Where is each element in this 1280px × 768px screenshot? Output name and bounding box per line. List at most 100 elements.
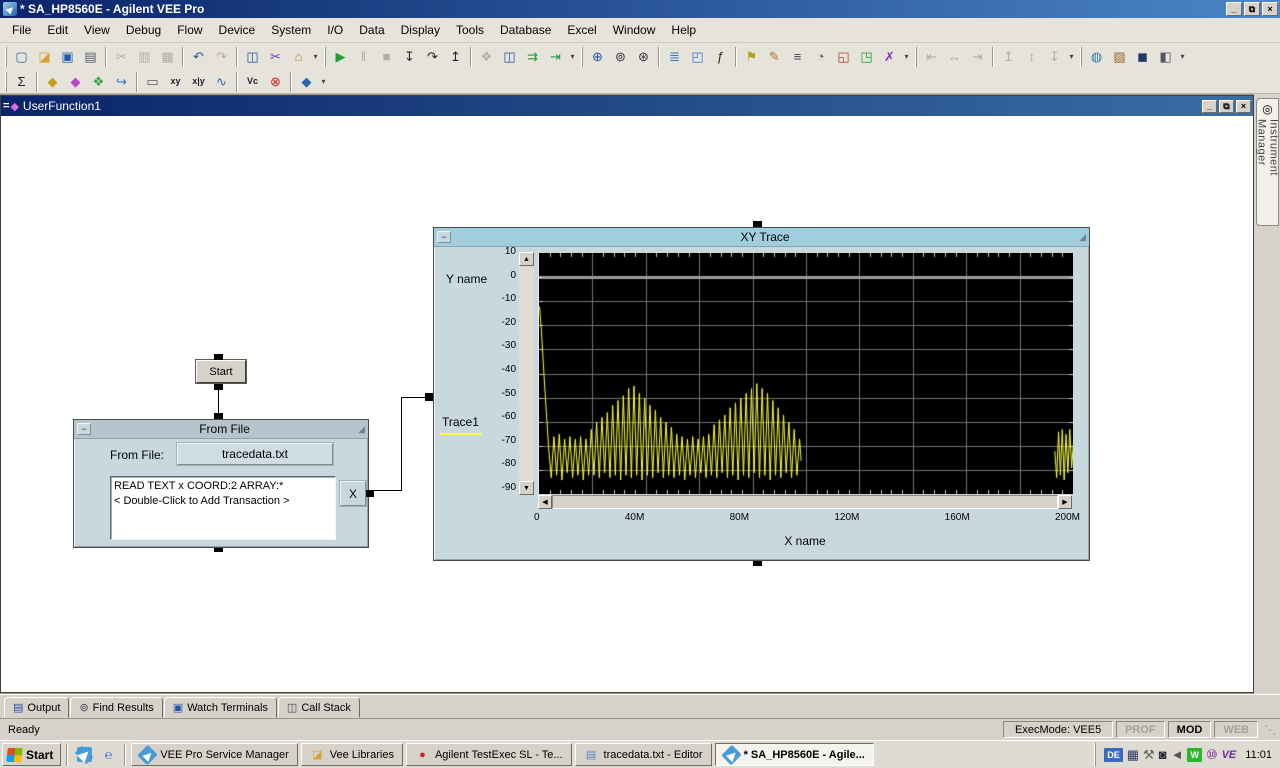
arrange-objects-button[interactable]: ◫ bbox=[498, 46, 521, 68]
function-browser-button[interactable]: ƒ bbox=[709, 46, 732, 68]
xy-plot-area[interactable] bbox=[538, 253, 1073, 494]
run-button[interactable]: ▶ bbox=[329, 46, 352, 68]
scroll-down-button[interactable]: ▼ bbox=[519, 481, 534, 495]
zoom-button[interactable]: ⊕ bbox=[586, 46, 609, 68]
menu-item[interactable]: Flow bbox=[169, 20, 210, 40]
xytrace-input-terminal[interactable] bbox=[425, 393, 433, 401]
open-file-button[interactable]: ◪ bbox=[33, 46, 56, 68]
connection-tray-icon[interactable]: ◙ bbox=[1159, 747, 1167, 762]
menu-item[interactable]: File bbox=[4, 20, 39, 40]
profiler-button[interactable]: ◔ bbox=[809, 46, 832, 68]
w-app-tray-icon[interactable]: W bbox=[1187, 748, 1202, 762]
menu-item[interactable]: Window bbox=[605, 20, 664, 40]
stop-button[interactable]: ■ bbox=[375, 46, 398, 68]
user-object-button[interactable]: ◆ bbox=[64, 71, 87, 93]
function-close-button[interactable]: × bbox=[1236, 100, 1251, 113]
tab-output[interactable]: ▤ Output bbox=[4, 697, 69, 718]
language-indicator[interactable]: DE bbox=[1104, 748, 1123, 762]
task-testexec[interactable]: ● Agilent TestExec SL - Te... bbox=[406, 743, 572, 766]
panel-view-button[interactable]: ◼ bbox=[1131, 46, 1154, 68]
delete-button[interactable]: ✗ bbox=[878, 46, 901, 68]
toolbar-button[interactable]: ▾ bbox=[318, 71, 329, 93]
formula-button[interactable]: Σ bbox=[10, 71, 33, 93]
default-preferences-button[interactable]: ⌂ bbox=[287, 46, 310, 68]
volume-tray-icon[interactable]: ◄ bbox=[1171, 747, 1184, 762]
display-tray-icon[interactable]: ▦ bbox=[1127, 747, 1139, 763]
toolbar-button[interactable] bbox=[1080, 47, 1082, 67]
function-titlebar[interactable]: =◆ UserFunction1 _⧉× bbox=[1, 96, 1253, 116]
toolbar-button[interactable] bbox=[658, 47, 660, 67]
view-detail-button[interactable]: ◰ bbox=[686, 46, 709, 68]
close-button[interactable]: × bbox=[1262, 2, 1278, 16]
output-terminal-x[interactable]: X bbox=[340, 481, 366, 506]
toolbar-button[interactable] bbox=[290, 72, 292, 92]
trace1-legend-label[interactable]: Trace1 bbox=[442, 415, 479, 429]
xy-trace-object[interactable]: − XY Trace ◢ Y name 100-10-20-30-40-50-6… bbox=[433, 227, 1090, 561]
tab-watch-terminals[interactable]: ▣ Watch Terminals bbox=[164, 697, 277, 718]
xy-trace-display-button[interactable]: xy bbox=[164, 71, 187, 93]
call-function-button[interactable]: ↪ bbox=[110, 71, 133, 93]
toolbar-button[interactable] bbox=[5, 72, 7, 92]
toolbar-button[interactable] bbox=[915, 47, 917, 67]
program-explorer-button[interactable]: ≣ bbox=[663, 46, 686, 68]
pan-button[interactable]: ❖ bbox=[475, 46, 498, 68]
menu-item[interactable]: Edit bbox=[39, 20, 76, 40]
toolbar-button[interactable]: ▾ bbox=[567, 46, 578, 68]
align-right-button[interactable]: ⇥ bbox=[966, 46, 989, 68]
function-restore-button[interactable]: ⧉ bbox=[1219, 100, 1234, 113]
align-center-button[interactable]: ↔ bbox=[943, 46, 966, 68]
menu-item[interactable]: View bbox=[76, 20, 118, 40]
step-out-button[interactable]: ↥ bbox=[444, 46, 467, 68]
io-tray-icon[interactable]: ⑩ bbox=[1206, 747, 1218, 763]
tab-call-stack[interactable]: ◫ Call Stack bbox=[278, 697, 360, 718]
toolbar-button[interactable] bbox=[581, 47, 583, 67]
task-vee-libraries[interactable]: ◪ Vee Libraries bbox=[301, 743, 403, 766]
insert-object-button[interactable]: ⇥ bbox=[544, 46, 567, 68]
y-scroll-track[interactable] bbox=[519, 266, 534, 481]
pause-button[interactable]: ‖ bbox=[352, 46, 375, 68]
tools-tray-icon[interactable]: ⚒ bbox=[1143, 747, 1155, 763]
clock[interactable]: 11:01 bbox=[1245, 749, 1272, 761]
menu-item[interactable]: Display bbox=[393, 20, 448, 40]
function-canvas[interactable]: Start − From File ◢ bbox=[1, 116, 1253, 692]
toolbar-button[interactable]: ▾ bbox=[1066, 46, 1077, 68]
from-file-titlebar[interactable]: − From File ◢ bbox=[74, 420, 368, 439]
align-bottom-button[interactable]: ↧ bbox=[1043, 46, 1066, 68]
menu-item[interactable]: System bbox=[263, 20, 319, 40]
delete-object-button[interactable]: ⊗ bbox=[264, 71, 287, 93]
menu-item[interactable]: Tools bbox=[448, 20, 492, 40]
clean-up-lines-button[interactable]: ✂ bbox=[264, 46, 287, 68]
undo-button[interactable]: ↶ bbox=[187, 46, 210, 68]
task-tracedata-editor[interactable]: ▤ tracedata.txt - Editor bbox=[575, 743, 712, 766]
properties-button[interactable]: ✎ bbox=[763, 46, 786, 68]
menu-item[interactable]: Data bbox=[351, 20, 392, 40]
x-axis-scrollbar[interactable]: ◀ ▶ bbox=[538, 495, 1072, 509]
align-left-button[interactable]: ⇤ bbox=[920, 46, 943, 68]
waveform-display-button[interactable]: ∿ bbox=[210, 71, 233, 93]
cut-button[interactable]: ✂ bbox=[110, 46, 133, 68]
clone-button[interactable]: ◫ bbox=[241, 46, 264, 68]
documentation-button[interactable]: ≡ bbox=[786, 46, 809, 68]
from-file-object[interactable]: − From File ◢ From File: tracedata.txt R… bbox=[73, 419, 369, 548]
x-axis-name-label[interactable]: X name bbox=[538, 534, 1072, 548]
find-button[interactable]: ⊚ bbox=[609, 46, 632, 68]
task-vee-active[interactable]: ▶ * SA_HP8560E - Agile... bbox=[715, 743, 874, 766]
from-file-resize-icon[interactable]: ◢ bbox=[358, 424, 365, 435]
copy-button[interactable]: ▥ bbox=[133, 46, 156, 68]
quick-launch-vee-icon[interactable]: ▶ bbox=[73, 744, 95, 766]
instrument-manager-tab[interactable]: ◎ Instrument Manager bbox=[1256, 98, 1279, 226]
transaction-list[interactable]: READ TEXT x COORD:2 ARRAY:*< Double-Clic… bbox=[110, 476, 336, 540]
toolbar-button[interactable] bbox=[324, 47, 326, 67]
from-file-object-menu-button[interactable]: − bbox=[77, 423, 91, 435]
import-library-button[interactable]: ❖ bbox=[87, 71, 110, 93]
scroll-left-button[interactable]: ◀ bbox=[538, 495, 552, 509]
transaction-line[interactable]: READ TEXT x COORD:2 ARRAY:* bbox=[114, 479, 332, 494]
toolbar-button[interactable]: ▾ bbox=[1177, 46, 1188, 68]
toolbar-button[interactable] bbox=[182, 47, 184, 67]
xy-trace-titlebar[interactable]: − XY Trace ◢ bbox=[434, 228, 1089, 247]
toolbar-button[interactable] bbox=[992, 47, 994, 67]
toolbar-button[interactable]: ▾ bbox=[901, 46, 912, 68]
file-name-button[interactable]: tracedata.txt bbox=[177, 443, 333, 465]
toolbar-button[interactable] bbox=[236, 47, 238, 67]
maximize-button[interactable]: ⧉ bbox=[1244, 2, 1260, 16]
